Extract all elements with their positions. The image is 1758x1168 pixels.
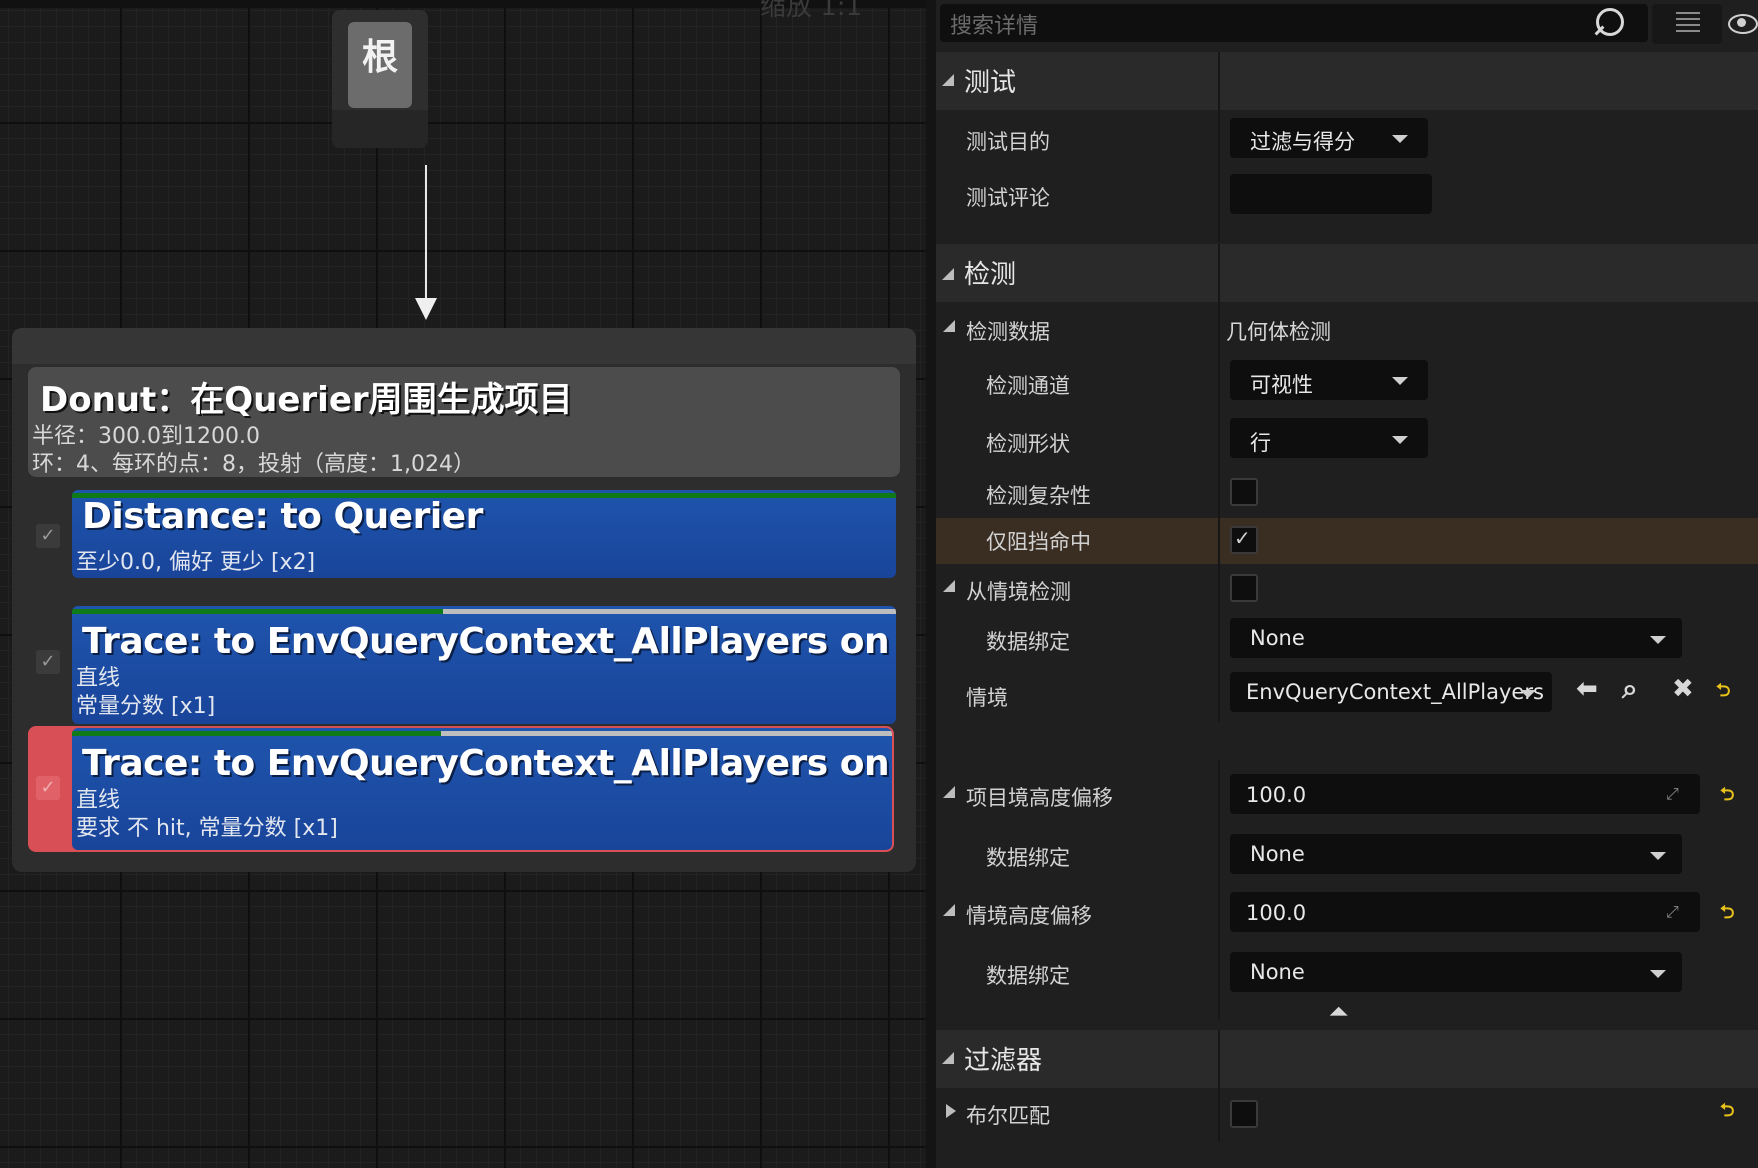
prop-test-comment-label: 测试评论 bbox=[966, 186, 1050, 210]
prop-only-blocking-label: 仅阻挡命中 bbox=[986, 530, 1091, 554]
test-trace-1[interactable]: ✓ Trace: to EnvQueryContext_AllPlayers o… bbox=[28, 606, 900, 724]
expand-arrows-icon[interactable]: ⤢ bbox=[1666, 902, 1679, 922]
column-divider[interactable] bbox=[1218, 760, 1220, 1020]
expand-arrow-icon[interactable] bbox=[943, 786, 955, 798]
checkmark-icon: ✓ bbox=[1234, 526, 1251, 550]
trace-from-context-checkbox[interactable] bbox=[1230, 574, 1258, 602]
test-title: Trace: to EnvQueryContext_AllPlayers on … bbox=[82, 621, 896, 662]
category-test[interactable] bbox=[936, 52, 1758, 110]
prop-test-purpose-label: 测试目的 bbox=[966, 130, 1050, 154]
category-trace[interactable] bbox=[936, 244, 1758, 302]
panel-splitter[interactable] bbox=[926, 0, 936, 1168]
chevron-down-icon bbox=[1392, 436, 1408, 444]
data-binding-value: None bbox=[1250, 626, 1305, 650]
test-title: Distance: to Querier bbox=[82, 496, 483, 537]
prop-context-label: 情境 bbox=[966, 686, 1008, 710]
bool-match-checkbox[interactable] bbox=[1230, 1100, 1258, 1128]
list-view-icon-line bbox=[1676, 18, 1700, 20]
context-value: EnvQueryContext_AllPlayers bbox=[1246, 680, 1544, 704]
root-node-body[interactable]: 根 bbox=[348, 22, 412, 108]
prop-trace-data-label: 检测数据 bbox=[966, 320, 1050, 344]
prop-trace-complex-label: 检测复杂性 bbox=[986, 484, 1091, 508]
test-title: Trace: to EnvQueryContext_AllPlayers on … bbox=[82, 743, 892, 784]
category-filter[interactable] bbox=[936, 1030, 1758, 1088]
chevron-down-icon bbox=[1392, 377, 1408, 385]
test-card[interactable]: Trace: to EnvQueryContext_AllPlayers on … bbox=[72, 728, 892, 850]
test-detail: 至少0.0, 偏好 更少 [x2] bbox=[76, 550, 316, 575]
trace-channel-value: 可视性 bbox=[1250, 373, 1313, 397]
list-view-icon bbox=[1676, 12, 1700, 14]
prop-data-binding-label: 数据绑定 bbox=[986, 846, 1070, 870]
item-height-offset-value: 100.0 bbox=[1246, 783, 1307, 807]
root-node-output-pin[interactable] bbox=[332, 110, 428, 148]
prop-item-height-offset-label: 项目境高度偏移 bbox=[966, 786, 1113, 810]
collapse-arrow-icon[interactable] bbox=[942, 1052, 954, 1064]
column-divider[interactable] bbox=[1218, 1030, 1220, 1142]
reset-to-default-icon[interactable]: ⮌ bbox=[1720, 782, 1734, 812]
expand-arrows-icon[interactable]: ⤢ bbox=[1666, 784, 1679, 804]
reset-to-default-icon[interactable]: ⮌ bbox=[1716, 678, 1730, 708]
search-placeholder: 搜索详情 bbox=[950, 14, 1039, 39]
wire-arrow-icon bbox=[415, 298, 437, 320]
collapse-advanced-icon[interactable]: ⏶ bbox=[1330, 1000, 1348, 1025]
reset-to-default-icon[interactable]: ⮌ bbox=[1720, 1098, 1734, 1128]
test-trace-2-selected[interactable]: ✓ Trace: to EnvQueryContext_AllPlayers o… bbox=[28, 726, 894, 852]
chevron-down-icon bbox=[1650, 970, 1666, 978]
prop-data-binding-label: 数据绑定 bbox=[986, 964, 1070, 988]
test-comment-input[interactable] bbox=[1230, 174, 1432, 214]
column-divider[interactable] bbox=[1218, 244, 1220, 722]
test-enabled-checkbox[interactable]: ✓ bbox=[36, 524, 60, 548]
test-distance[interactable]: ✓ Distance: to Querier 至少0.0, 偏好 更少 [x2] bbox=[28, 490, 900, 578]
collapse-arrow-icon[interactable] bbox=[942, 268, 954, 280]
search-input[interactable] bbox=[940, 4, 1648, 42]
column-divider bbox=[1218, 518, 1220, 564]
list-view-icon-line bbox=[1676, 30, 1700, 32]
test-card[interactable]: Distance: to Querier 至少0.0, 偏好 更少 [x2] bbox=[72, 490, 896, 578]
reset-to-default-icon[interactable]: ⮌ bbox=[1720, 900, 1734, 930]
prop-trace-channel-label: 检测通道 bbox=[986, 374, 1070, 398]
prop-trace-from-context-label: 从情境检测 bbox=[966, 580, 1071, 604]
prop-context-height-offset-label: 情境高度偏移 bbox=[966, 904, 1092, 928]
clear-x-icon[interactable]: ✖ bbox=[1672, 674, 1694, 704]
browse-search-icon[interactable]: ⌕ bbox=[1622, 672, 1638, 706]
test-enabled-checkbox[interactable]: ✓ bbox=[36, 650, 60, 674]
column-divider[interactable] bbox=[1218, 52, 1220, 242]
test-card[interactable]: Trace: to EnvQueryContext_AllPlayers on … bbox=[72, 606, 896, 724]
list-view-icon-line bbox=[1676, 24, 1700, 26]
zoom-label: 缩放 1:1 bbox=[760, 0, 863, 22]
collapse-arrow-icon[interactable] bbox=[942, 74, 954, 86]
trace-complex-checkbox[interactable] bbox=[1230, 478, 1258, 506]
graph-wire bbox=[425, 165, 427, 305]
expand-arrow-icon[interactable] bbox=[943, 904, 955, 916]
test-detail: 常量分数 [x1] bbox=[76, 694, 216, 719]
category-filter-label: 过滤器 bbox=[964, 1046, 1043, 1076]
context-height-offset-value: 100.0 bbox=[1246, 901, 1307, 925]
expand-arrow-icon[interactable] bbox=[943, 580, 955, 592]
category-test-label: 测试 bbox=[964, 68, 1017, 98]
chevron-down-icon bbox=[1392, 135, 1408, 143]
root-node-label: 根 bbox=[361, 37, 398, 78]
test-enabled-checkbox[interactable]: ✓ bbox=[36, 776, 60, 800]
test-purpose-value: 过滤与得分 bbox=[1250, 130, 1355, 154]
trace-data-value: 几何体检测 bbox=[1226, 320, 1331, 344]
category-trace-label: 检测 bbox=[964, 260, 1017, 290]
chevron-down-icon bbox=[1520, 690, 1536, 698]
trace-shape-value: 行 bbox=[1250, 431, 1271, 455]
prop-data-binding-label: 数据绑定 bbox=[986, 630, 1070, 654]
expand-arrow-icon[interactable] bbox=[943, 320, 955, 332]
expand-arrow-icon[interactable] bbox=[946, 1104, 956, 1118]
data-binding-value: None bbox=[1250, 960, 1305, 984]
generator-rings: 环：4、每环的点：8，投射（高度：1,024） bbox=[32, 452, 475, 477]
eye-icon-pupil bbox=[1737, 18, 1746, 27]
prop-bool-match-label: 布尔匹配 bbox=[966, 1104, 1050, 1128]
test-detail: 要求 不 hit, 常量分数 [x1] bbox=[76, 816, 338, 841]
generator-input-pin[interactable] bbox=[12, 328, 916, 364]
generator-title: Donut：在Querier周围生成项目 bbox=[40, 380, 573, 420]
chevron-down-icon bbox=[1650, 636, 1666, 644]
use-selected-arrow-icon[interactable]: ⬅ bbox=[1576, 674, 1598, 704]
chevron-down-icon bbox=[1650, 852, 1666, 860]
data-binding-value: None bbox=[1250, 842, 1305, 866]
prop-trace-shape-label: 检测形状 bbox=[986, 432, 1070, 456]
